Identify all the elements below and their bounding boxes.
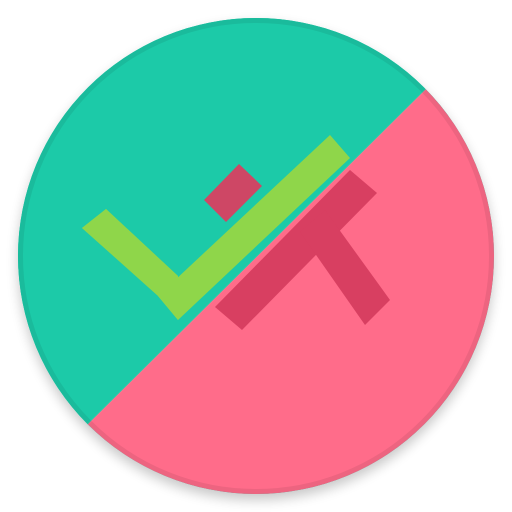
app-icon bbox=[18, 18, 494, 494]
app-icon-canvas bbox=[0, 0, 512, 512]
